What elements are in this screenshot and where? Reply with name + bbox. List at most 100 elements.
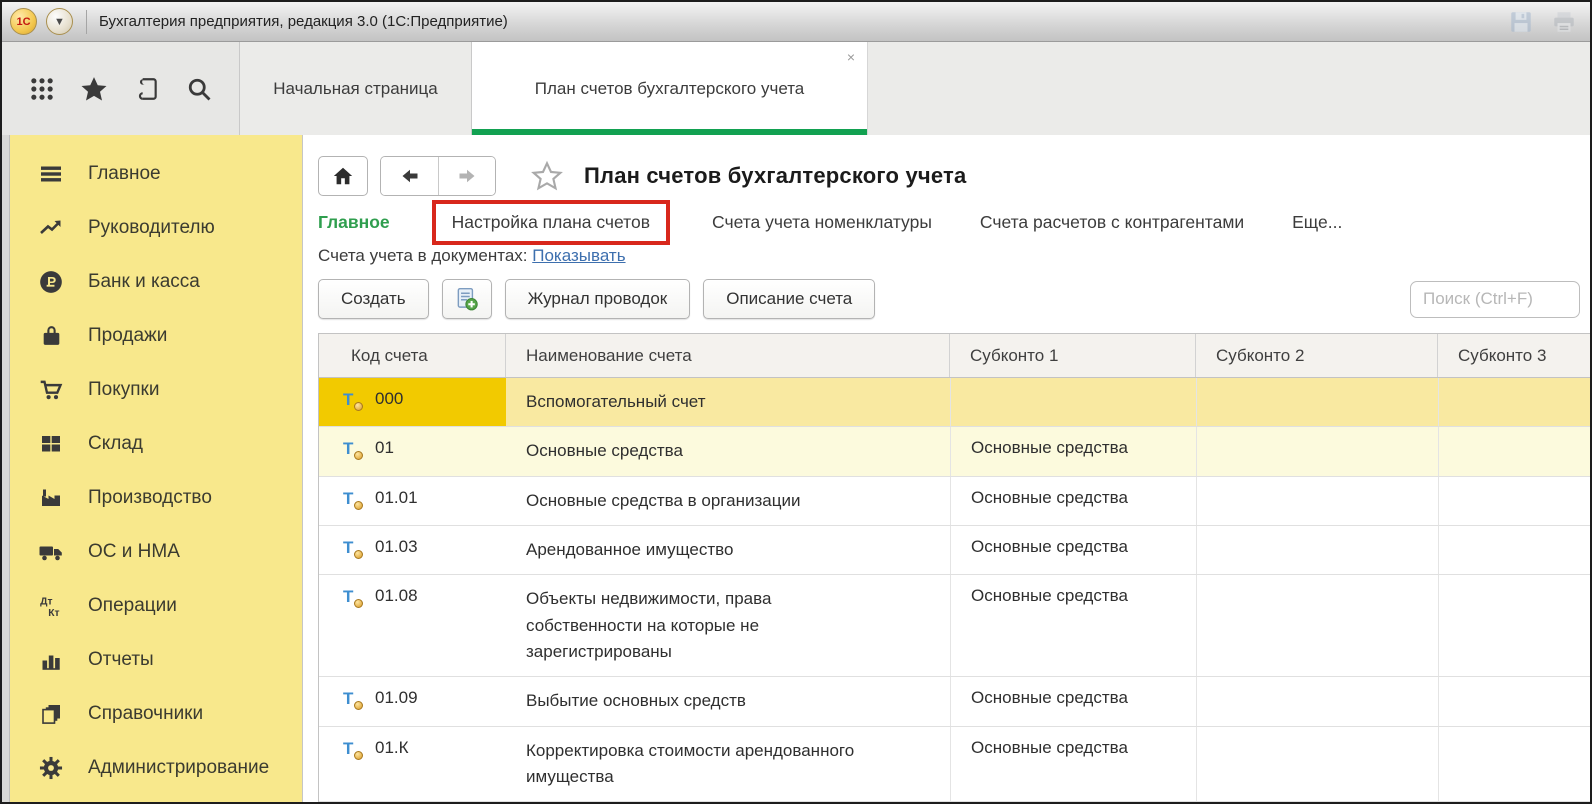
svg-text:Кт: Кт [48,608,59,619]
subconto-2-cell[interactable] [1196,427,1438,475]
title-bar: 1С ▼ Бухгалтерия предприятия, редакция 3… [2,2,1590,42]
account-code-cell[interactable]: Т 01.08 [319,575,506,676]
sidebar-item-reports[interactable]: Отчеты [10,633,302,687]
menu-item-more[interactable]: Еще... [1292,212,1342,233]
save-icon[interactable] [1508,9,1534,35]
column-header-2[interactable]: Наименование счета [506,334,950,377]
one-c-logo-icon[interactable]: 1С [10,8,37,35]
subconto-2-cell[interactable] [1196,727,1438,802]
account-name-cell[interactable]: Объекты недвижимости, права собственност… [506,575,950,676]
sidebar-item-manager[interactable]: Руководителю [10,201,302,255]
account-name-cell[interactable]: Выбытие основных средств [506,677,950,725]
account-code-cell[interactable]: Т 01 [319,427,506,475]
account-code-cell[interactable]: Т 01.03 [319,526,506,574]
account-code: 01.08 [375,586,418,606]
account-code-cell[interactable]: Т 000 [319,378,506,426]
sidebar-item-bank-cash[interactable]: Р Банк и касса [10,255,302,309]
account-name-cell[interactable]: Основные средства в организации [506,477,950,525]
system-menu-button[interactable]: ▼ [46,8,73,35]
sidebar-item-operations[interactable]: ДтКт Операции [10,579,302,633]
account-name-cell[interactable]: Корректировка стоимости арендованного им… [506,727,950,802]
tab-close-icon[interactable]: × [847,50,855,64]
subconto-1-cell[interactable]: Основные средства [950,575,1196,676]
subconto-3-cell[interactable] [1438,378,1590,426]
home-button[interactable] [318,156,368,196]
subconto-3-cell[interactable] [1438,526,1590,574]
sidebar-item-warehouse[interactable]: Склад [10,417,302,471]
dt-kt-icon: ДтКт [36,592,66,620]
sidebar-item-administration[interactable]: Администрирование [10,741,302,795]
subconto-1-cell[interactable]: Основные средства [950,677,1196,725]
factory-icon [36,484,66,512]
sidebar-item-purchases[interactable]: Покупки [10,363,302,417]
tab-chart-of-accounts[interactable]: План счетов бухгалтерского учета × [472,42,868,135]
menu-item-counterparty-accounts[interactable]: Счета расчетов с контрагентами [980,212,1244,233]
account-row[interactable]: Т 000 Вспомогательный счет [319,378,1590,427]
menu-item-chart-settings[interactable]: Настройка плана счетов [452,212,650,233]
subconto-3-cell[interactable] [1438,575,1590,676]
boxes-icon [36,430,66,458]
account-code-cell[interactable]: Т 01.09 [319,677,506,725]
journal-button[interactable]: Журнал проводок [505,279,691,319]
subconto-1-cell[interactable]: Основные средства [950,526,1196,574]
subconto-2-cell[interactable] [1196,477,1438,525]
search-icon[interactable] [179,69,219,109]
subconto-3-cell[interactable] [1438,477,1590,525]
subconto-3-cell[interactable] [1438,677,1590,725]
page-title: План счетов бухгалтерского учета [584,163,966,189]
search-input[interactable] [1410,281,1580,318]
sidebar-item-label: Банк и касса [88,271,200,293]
column-header-5[interactable]: Субконто 3 [1438,334,1590,377]
account-row[interactable]: Т 01.03 Арендованное имущество Основные … [319,526,1590,575]
column-header-4[interactable]: Субконто 2 [1196,334,1438,377]
create-group-button[interactable] [442,279,492,319]
account-row[interactable]: Т 01.08 Объекты недвижимости, права собс… [319,575,1590,677]
subconto-1-cell[interactable] [950,378,1196,426]
subconto-1-cell[interactable]: Основные средства [950,477,1196,525]
tab-home-page[interactable]: Начальная страница [240,42,472,135]
account-name: Основные средства в организации [526,488,800,514]
history-icon[interactable] [127,69,167,109]
account-code-cell[interactable]: Т 01.К [319,727,506,802]
account-row[interactable]: Т 01.01 Основные средства в организации … [319,477,1590,526]
account-name-cell[interactable]: Арендованное имущество [506,526,950,574]
subconto-2-cell[interactable] [1196,575,1438,676]
column-header-3[interactable]: Субконто 1 [950,334,1196,377]
subconto-2-cell[interactable] [1196,677,1438,725]
menu-item-main-section[interactable]: Главное [318,212,390,233]
history-nav-group [380,156,496,196]
actions-toolbar: Создать Журнал проводок Описание счета [318,279,1590,319]
account-row[interactable]: Т 01 Основные средства Основные средства [319,427,1590,476]
account-name-cell[interactable]: Основные средства [506,427,950,475]
menu-item-item-accounts[interactable]: Счета учета номенклатуры [712,212,932,233]
sidebar-item-sales[interactable]: Продажи [10,309,302,363]
account-row[interactable]: Т 01.09 Выбытие основных средств Основны… [319,677,1590,726]
show-accounts-link[interactable]: Показывать [532,246,625,265]
favorite-star-icon[interactable] [530,160,564,192]
sidebar-item-production[interactable]: Производство [10,471,302,525]
account-code-cell[interactable]: Т 01.01 [319,477,506,525]
subconto-1-cell[interactable]: Основные средства [950,427,1196,475]
apps-grid-icon[interactable] [22,69,62,109]
create-button[interactable]: Создать [318,279,429,319]
account-row[interactable]: Т 01.К Корректировка стоимости арендован… [319,727,1590,802]
account-description-button[interactable]: Описание счета [703,279,875,319]
account-name-cell[interactable]: Вспомогательный счет [506,378,950,426]
subconto-2-cell[interactable] [1196,378,1438,426]
sidebar-item-directories[interactable]: Справочники [10,687,302,741]
forward-button[interactable] [438,157,495,195]
titlebar-divider [86,10,87,34]
subconto-3-cell[interactable] [1438,427,1590,475]
svg-text:Р: Р [47,274,56,289]
sidebar-item-fixed-assets[interactable]: ОС и НМА [10,525,302,579]
sidebar-item-main[interactable]: Главное [10,147,302,201]
back-button[interactable] [381,157,438,195]
subconto-1-cell[interactable]: Основные средства [950,727,1196,802]
favorites-star-icon[interactable] [74,69,114,109]
account-t-icon: Т [343,690,359,707]
column-header-1[interactable]: Код счета [319,334,506,377]
subconto-2-cell[interactable] [1196,526,1438,574]
subconto-3-cell[interactable] [1438,727,1590,802]
sidebar-item-label: ОС и НМА [88,541,180,563]
print-icon[interactable] [1550,9,1578,35]
